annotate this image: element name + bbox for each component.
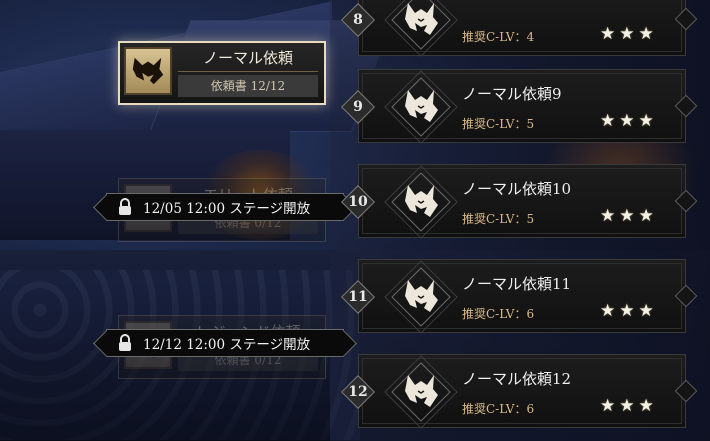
star-icon: ★ (619, 24, 635, 44)
elite-lock-banner: 12/05 12:00 ステージ開放 (106, 193, 344, 221)
star-icon: ★ (619, 206, 635, 226)
quest-number: 10 (348, 194, 368, 210)
star-icon: ★ (600, 396, 616, 416)
star-icon: ★ (600, 111, 616, 131)
star-icon: ★ (600, 24, 616, 44)
star-icon: ★ (638, 24, 654, 44)
padlock-icon (119, 198, 131, 215)
star-rating: ★ ★ ★ (600, 111, 666, 131)
star-icon: ★ (638, 301, 654, 321)
quest-name: ノーマル依頼10 (462, 180, 572, 198)
category-progress: 依頼書 12/12 (178, 75, 318, 97)
star-rating: ★ ★ ★ (600, 396, 666, 416)
wolf-head-icon (384, 70, 458, 144)
star-icon: ★ (638, 111, 654, 131)
wolf-head-icon (124, 47, 172, 95)
star-icon: ★ (600, 206, 616, 226)
quest-number: 8 (353, 12, 363, 28)
unlock-time-text: 12/12 12:00 ステージ開放 (143, 337, 311, 353)
star-icon: ★ (619, 396, 635, 416)
star-rating: ★ ★ ★ (600, 206, 666, 226)
category-title: ノーマル依頼 (178, 45, 318, 72)
recommended-level: 推奨C-LV：6 (462, 307, 535, 321)
recommended-level: 推奨C-LV：5 (462, 212, 535, 226)
quest-card-9[interactable]: 9 ノーマル依頼9 推奨C-LV：5 ★ ★ ★ (341, 69, 698, 144)
unlock-time-text: 12/05 12:00 ステージ開放 (143, 201, 311, 217)
quest-name: ノーマル依頼9 (462, 85, 562, 103)
category-normal-button[interactable]: ノーマル依頼 依頼書 12/12 (118, 41, 326, 105)
recommended-level: 推奨C-LV：4 (462, 30, 535, 44)
quest-card-11[interactable]: 11 ノーマル依頼11 推奨C-LV：6 ★ ★ ★ (341, 259, 698, 334)
quest-name: ノーマル依頼11 (462, 275, 572, 293)
star-icon: ★ (619, 301, 635, 321)
star-icon: ★ (638, 396, 654, 416)
quest-card-12[interactable]: 12 ノーマル依頼12 推奨C-LV：6 ★ ★ ★ (341, 354, 698, 429)
quest-card-10[interactable]: 10 ノーマル依頼10 推奨C-LV：5 ★ ★ ★ (341, 164, 698, 239)
wolf-head-icon (384, 165, 458, 239)
quest-number: 9 (353, 99, 363, 115)
wolf-head-icon (384, 260, 458, 334)
star-rating: ★ ★ ★ (600, 301, 666, 321)
quest-number: 11 (348, 289, 368, 305)
star-icon: ★ (619, 111, 635, 131)
quest-card-8[interactable]: 8 推奨C-LV：4 ★ ★ ★ (341, 0, 698, 57)
quest-name: ノーマル依頼12 (462, 370, 572, 388)
star-rating: ★ ★ ★ (600, 24, 666, 44)
recommended-level: 推奨C-LV：6 (462, 402, 535, 416)
star-icon: ★ (638, 206, 654, 226)
legend-lock-banner: 12/12 12:00 ステージ開放 (106, 329, 344, 357)
star-icon: ★ (600, 301, 616, 321)
wolf-head-icon (384, 0, 458, 57)
quest-number: 12 (348, 384, 368, 400)
wolf-head-icon (384, 355, 458, 429)
recommended-level: 推奨C-LV：5 (462, 117, 535, 131)
padlock-icon (119, 334, 131, 351)
